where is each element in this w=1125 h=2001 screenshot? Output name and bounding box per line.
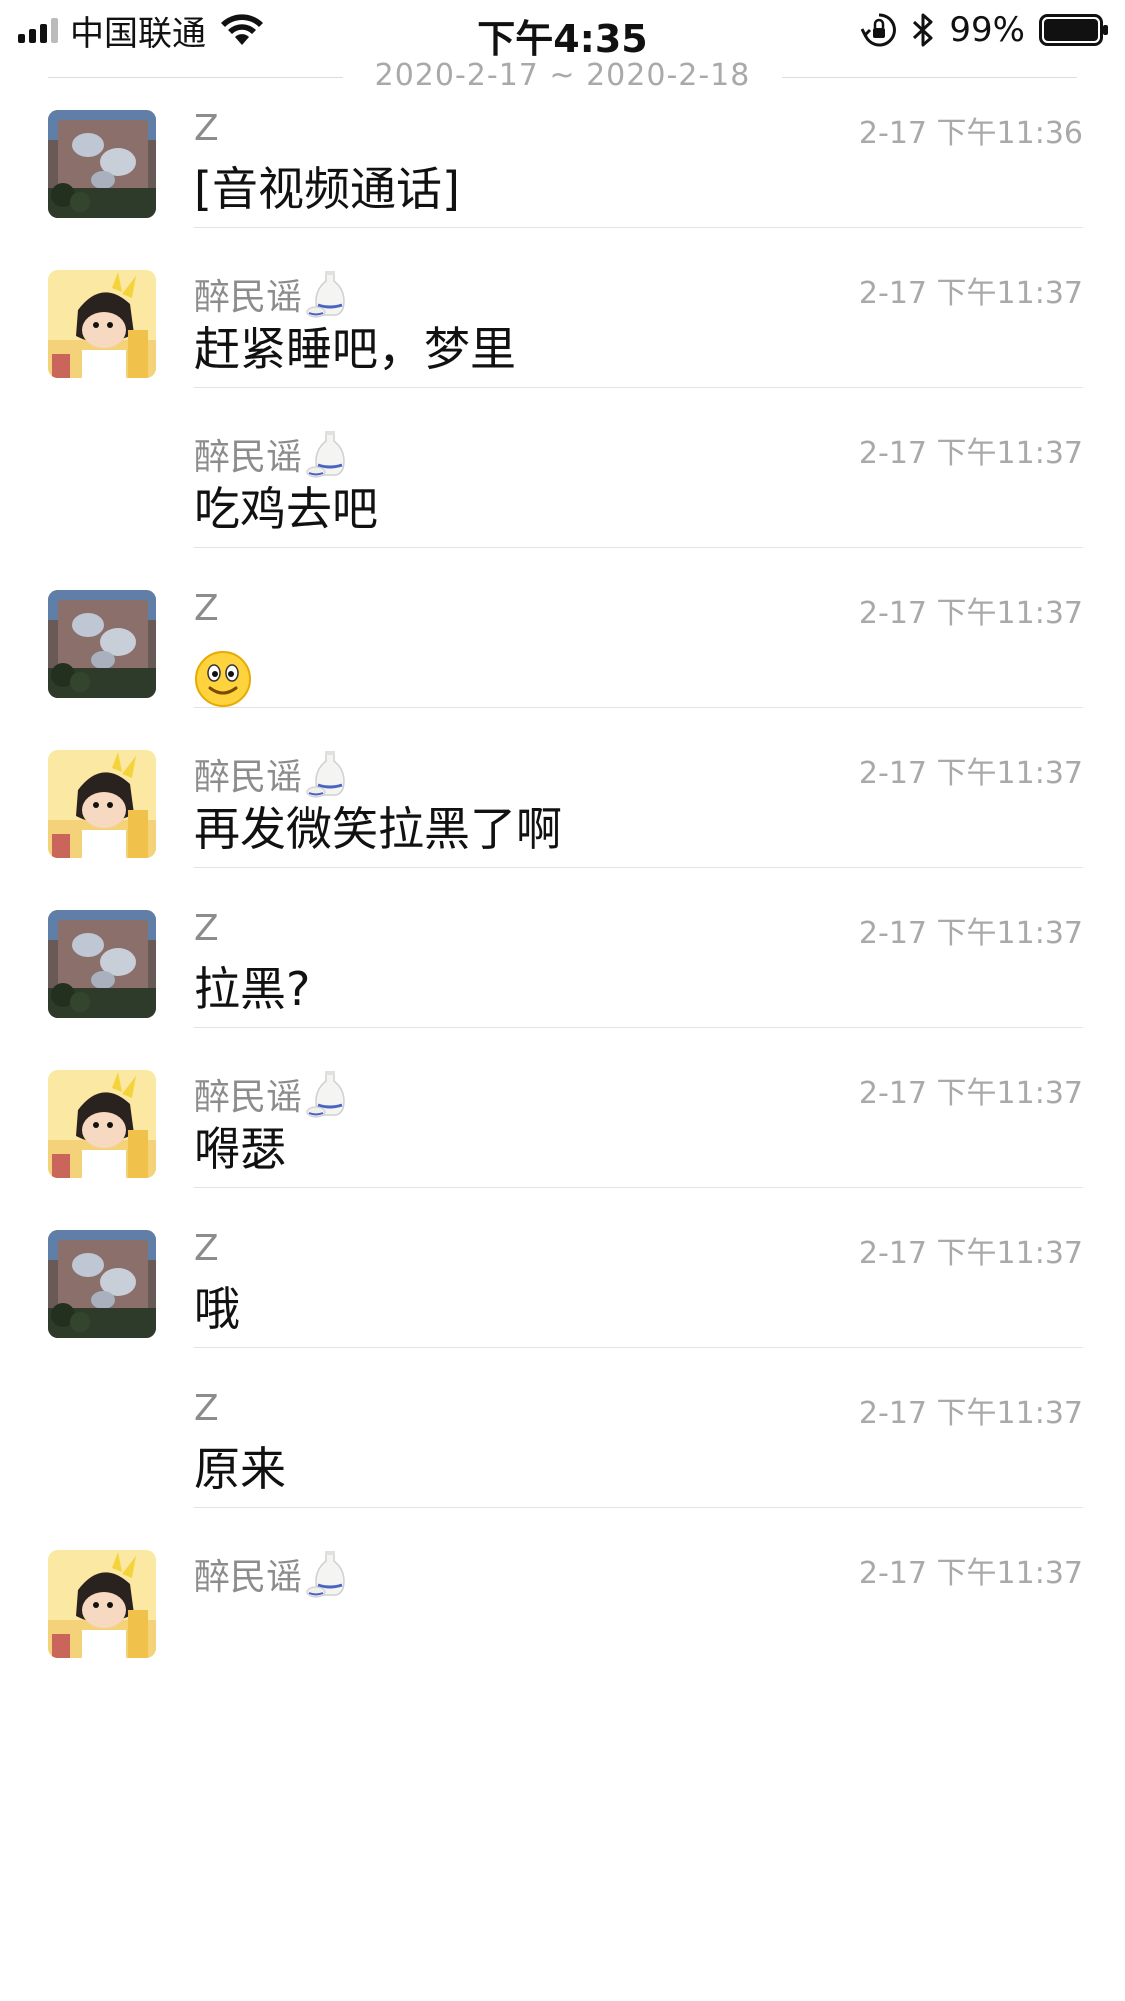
sender-name-text: 醉民谣 — [194, 437, 303, 478]
sender-name: Z — [194, 108, 219, 149]
message-row[interactable]: 醉民谣 2-17 下午11:37 再发微笑拉黑了啊 — [0, 708, 1125, 868]
message-time: 2-17 下午11:37 — [858, 1236, 1083, 1271]
message-row[interactable]: Z 2-17 下午11:36 [音视频通话] — [0, 68, 1125, 228]
message-row[interactable]: Z 2-17 下午11:37 拉黑? — [0, 868, 1125, 1028]
message-row[interactable]: 醉民谣 2-17 下午11:37 — [0, 1508, 1125, 1668]
avatar-z[interactable] — [48, 590, 156, 698]
message-text: 再发微笑拉黑了啊 — [194, 802, 562, 856]
message-time: 2-17 下午11:37 — [858, 276, 1083, 311]
sender-name-text: 醉民谣 — [194, 1557, 303, 1598]
avatar-z[interactable] — [48, 910, 156, 1018]
sake-bottle-icon — [306, 1549, 354, 1599]
sake-bottle-icon — [306, 1069, 354, 1119]
status-bar: 中国联通 下午4:35 99% — [0, 0, 1125, 61]
message-row[interactable]: 醉民谣 2-17 下午11:37 嘚瑟 — [0, 1028, 1125, 1188]
message-text: 原来 — [194, 1442, 286, 1496]
sender-name-text: Z — [194, 1228, 219, 1269]
message-row[interactable]: Z 2-17 下午11:37 哦 — [0, 1188, 1125, 1348]
avatar-z[interactable] — [48, 1230, 156, 1338]
message-time: 2-17 下午11:36 — [858, 116, 1083, 151]
sake-bottle-icon — [306, 749, 354, 799]
avatar-zuiminyao[interactable] — [48, 1070, 156, 1178]
message-time: 2-17 下午11:37 — [858, 436, 1083, 471]
sake-bottle-icon — [306, 429, 354, 479]
sender-name-text: 醉民谣 — [194, 1077, 303, 1118]
orientation-lock-icon — [861, 13, 897, 47]
sender-name: Z — [194, 588, 219, 629]
message-row[interactable]: Z 2-17 下午11:37 — [0, 548, 1125, 708]
battery-percent: 99% — [949, 10, 1025, 50]
message-text: 拉黑? — [194, 962, 311, 1016]
sender-name: 醉民谣 — [194, 428, 354, 480]
sender-name: Z — [194, 1228, 219, 1269]
sender-name: Z — [194, 1388, 219, 1429]
battery-icon — [1039, 14, 1108, 46]
message-time: 2-17 下午11:37 — [858, 1396, 1083, 1431]
message-time: 2-17 下午11:37 — [858, 756, 1083, 791]
sender-name-text: 醉民谣 — [194, 757, 303, 798]
smile-emoji — [195, 651, 251, 707]
sender-name-text: Z — [194, 588, 219, 629]
message-text: 哦 — [194, 1282, 240, 1336]
message-time: 2-17 下午11:37 — [858, 1556, 1083, 1591]
sender-name: 醉民谣 — [194, 1548, 354, 1600]
bluetooth-icon — [913, 13, 933, 47]
sender-name-text: Z — [194, 1388, 219, 1429]
sender-name: 醉民谣 — [194, 268, 354, 320]
message-row[interactable]: 醉民谣 2-17 下午11:37 吃鸡去吧 — [0, 388, 1125, 548]
message-row[interactable]: 醉民谣 2-17 下午11:37 赶紧睡吧，梦里 — [0, 228, 1125, 388]
sender-name-text: Z — [194, 908, 219, 949]
sender-name: 醉民谣 — [194, 748, 354, 800]
avatar-zuiminyao[interactable] — [48, 1550, 156, 1658]
message-time: 2-17 下午11:37 — [858, 1076, 1083, 1111]
avatar-zuiminyao[interactable] — [48, 270, 156, 378]
sender-name-text: 醉民谣 — [194, 277, 303, 318]
sender-name-text: Z — [194, 108, 219, 149]
message-time: 2-17 下午11:37 — [858, 916, 1083, 951]
message-time: 2-17 下午11:37 — [858, 596, 1083, 631]
avatar-zuiminyao[interactable] — [48, 750, 156, 858]
message-row[interactable]: Z 2-17 下午11:37 原来 — [0, 1348, 1125, 1508]
message-text: 吃鸡去吧 — [194, 482, 378, 536]
sake-bottle-icon — [306, 269, 354, 319]
message-text: 赶紧睡吧，梦里 — [194, 322, 516, 376]
sender-name: Z — [194, 908, 219, 949]
avatar-z[interactable] — [48, 110, 156, 218]
sender-name: 醉民谣 — [194, 1068, 354, 1120]
message-text: 嘚瑟 — [194, 1122, 286, 1176]
message-text: [音视频通话] — [194, 162, 460, 216]
